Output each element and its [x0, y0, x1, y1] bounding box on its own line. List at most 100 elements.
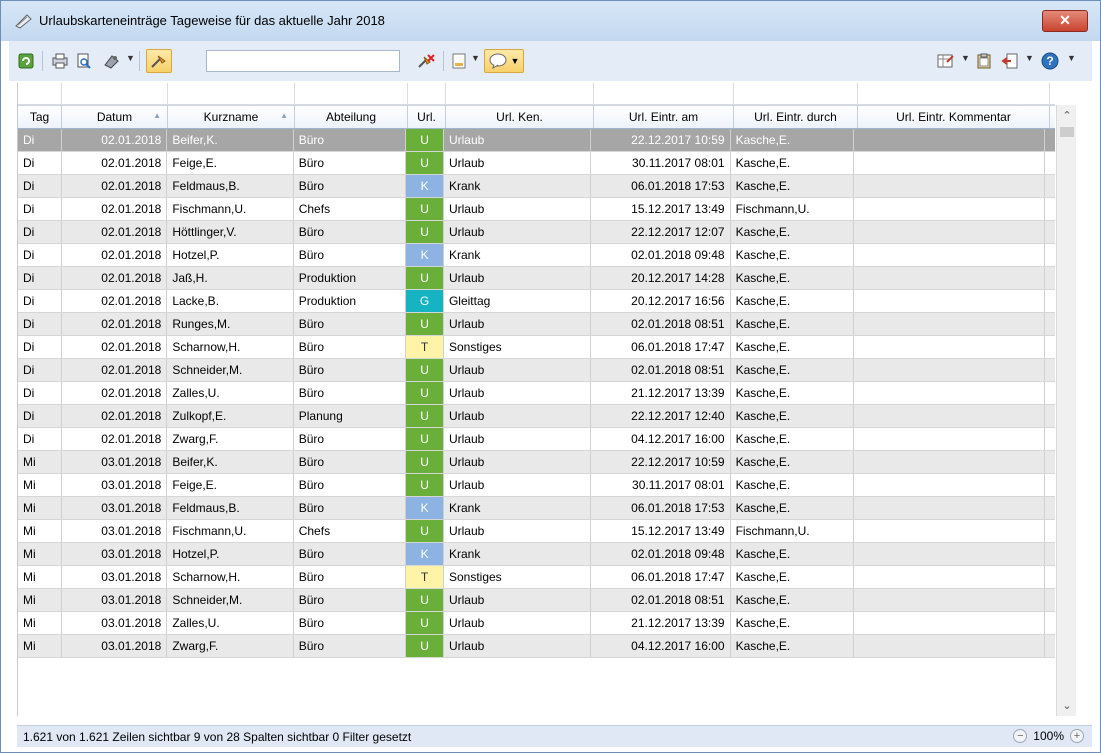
- entry-date-cell[interactable]: 15.12.2017 13:49: [591, 520, 731, 542]
- code-label-cell[interactable]: Urlaub: [444, 451, 592, 473]
- tag-cell[interactable]: Mi: [18, 451, 62, 473]
- table-row[interactable]: Mi 03.01.2018 Zwarg,F. Büro U Urlaub 04.12.201…: [18, 635, 1055, 658]
- entered-by-cell[interactable]: Kasche,E.: [731, 589, 854, 611]
- name-cell[interactable]: Runges,M.: [167, 313, 294, 335]
- empty-cell[interactable]: [1045, 244, 1055, 266]
- department-cell[interactable]: Büro: [294, 497, 407, 519]
- table-row[interactable]: Di 02.01.2018 Feige,E. Büro U Urlaub 30.11.201…: [18, 152, 1055, 175]
- tag-cell[interactable]: Di: [18, 382, 62, 404]
- table-row[interactable]: Di 02.01.2018 Scharnow,H. Büro T Sonstiges 06.…: [18, 336, 1055, 359]
- date-cell[interactable]: 02.01.2018: [62, 129, 168, 151]
- filter-cell-eintr-durch[interactable]: [734, 83, 858, 105]
- tag-cell[interactable]: Di: [18, 405, 62, 427]
- date-cell[interactable]: 03.01.2018: [62, 520, 168, 542]
- department-cell[interactable]: Produktion: [294, 290, 407, 312]
- department-cell[interactable]: Büro: [294, 566, 407, 588]
- comment-cell[interactable]: [854, 221, 1046, 243]
- tag-cell[interactable]: Mi: [18, 589, 62, 611]
- name-cell[interactable]: Scharnow,H.: [167, 566, 294, 588]
- department-cell[interactable]: Büro: [294, 428, 407, 450]
- entry-date-cell[interactable]: 22.12.2017 10:59: [591, 129, 731, 151]
- department-cell[interactable]: Büro: [294, 382, 407, 404]
- filter-cell-kurzname[interactable]: [168, 83, 295, 105]
- date-cell[interactable]: 02.01.2018: [62, 313, 168, 335]
- code-cell[interactable]: G: [406, 290, 444, 312]
- entered-by-cell[interactable]: Kasche,E.: [731, 313, 854, 335]
- department-cell[interactable]: Chefs: [294, 198, 407, 220]
- table-row[interactable]: Di 02.01.2018 Lacke,B. Produktion G Gleittag 2…: [18, 290, 1055, 313]
- entered-by-cell[interactable]: Kasche,E.: [731, 497, 854, 519]
- code-cell[interactable]: U: [406, 589, 444, 611]
- department-cell[interactable]: Büro: [294, 589, 407, 611]
- filter-cell-url-ken[interactable]: [446, 83, 594, 105]
- code-cell[interactable]: U: [406, 221, 444, 243]
- code-label-cell[interactable]: Urlaub: [444, 129, 592, 151]
- table-row[interactable]: Mi 03.01.2018 Fischmann,U. Chefs U Urlaub 15.1…: [18, 520, 1055, 543]
- code-cell[interactable]: K: [406, 543, 444, 565]
- name-cell[interactable]: Zulkopf,E.: [167, 405, 294, 427]
- code-cell[interactable]: U: [406, 428, 444, 450]
- date-cell[interactable]: 02.01.2018: [62, 198, 168, 220]
- empty-cell[interactable]: [1045, 313, 1055, 335]
- entered-by-cell[interactable]: Kasche,E.: [731, 451, 854, 473]
- filter-cell-datum[interactable]: [62, 83, 168, 105]
- empty-cell[interactable]: [1045, 152, 1055, 174]
- entered-by-cell[interactable]: Kasche,E.: [731, 474, 854, 496]
- code-cell[interactable]: K: [406, 244, 444, 266]
- name-cell[interactable]: Feldmaus,B.: [167, 175, 294, 197]
- table-row[interactable]: Di 02.01.2018 Schneider,M. Büro U Urlaub 02.01…: [18, 359, 1055, 382]
- tag-cell[interactable]: Di: [18, 152, 62, 174]
- entry-date-cell[interactable]: 22.12.2017 12:40: [591, 405, 731, 427]
- code-cell[interactable]: U: [406, 474, 444, 496]
- refresh-button[interactable]: [15, 49, 37, 73]
- scroll-up-icon[interactable]: ⌃: [1057, 109, 1077, 122]
- date-cell[interactable]: 02.01.2018: [62, 336, 168, 358]
- table-row[interactable]: Di 02.01.2018 Höttlinger,V. Büro U Urlaub 22.1…: [18, 221, 1055, 244]
- comment-cell[interactable]: [854, 175, 1046, 197]
- entered-by-cell[interactable]: Kasche,E.: [731, 129, 854, 151]
- name-cell[interactable]: Scharnow,H.: [167, 336, 294, 358]
- comment-cell[interactable]: [854, 152, 1046, 174]
- export-dropdown-icon[interactable]: ▼: [126, 53, 135, 63]
- date-cell[interactable]: 02.01.2018: [62, 244, 168, 266]
- comment-cell[interactable]: [854, 543, 1046, 565]
- column-header-url-ken[interactable]: Url. Ken.: [446, 106, 594, 128]
- empty-cell[interactable]: [1045, 129, 1055, 151]
- tag-cell[interactable]: Di: [18, 244, 62, 266]
- entered-by-cell[interactable]: Kasche,E.: [731, 566, 854, 588]
- comment-cell[interactable]: [854, 497, 1046, 519]
- entry-date-cell[interactable]: 20.12.2017 16:56: [591, 290, 731, 312]
- table-row[interactable]: Di 02.01.2018 Zalles,U. Büro U Urlaub 21.12.20…: [18, 382, 1055, 405]
- code-label-cell[interactable]: Urlaub: [444, 267, 592, 289]
- tag-cell[interactable]: Di: [18, 267, 62, 289]
- department-cell[interactable]: Büro: [294, 129, 407, 151]
- column-header-kurzname[interactable]: Kurzname ▲: [168, 106, 295, 128]
- filter-cell-eintr-am[interactable]: [594, 83, 734, 105]
- code-label-cell[interactable]: Urlaub: [444, 612, 592, 634]
- table-row[interactable]: Mi 03.01.2018 Zalles,U. Büro U Urlaub 21.12.20…: [18, 612, 1055, 635]
- code-cell[interactable]: U: [406, 198, 444, 220]
- empty-cell[interactable]: [1045, 175, 1055, 197]
- column-header-kommentar[interactable]: Url. Eintr. Kommentar: [858, 106, 1050, 128]
- code-label-cell[interactable]: Urlaub: [444, 635, 592, 657]
- date-cell[interactable]: 02.01.2018: [62, 382, 168, 404]
- empty-cell[interactable]: [1045, 497, 1055, 519]
- comment-cell[interactable]: [854, 382, 1046, 404]
- department-cell[interactable]: Büro: [294, 175, 407, 197]
- entry-date-cell[interactable]: 04.12.2017 16:00: [591, 635, 731, 657]
- name-cell[interactable]: Beifer,K.: [167, 451, 294, 473]
- tag-cell[interactable]: Di: [18, 129, 62, 151]
- code-cell[interactable]: U: [406, 359, 444, 381]
- entry-date-cell[interactable]: 30.11.2017 08:01: [591, 474, 731, 496]
- code-cell[interactable]: U: [406, 451, 444, 473]
- comment-cell[interactable]: [854, 244, 1046, 266]
- date-cell[interactable]: 02.01.2018: [62, 267, 168, 289]
- tag-cell[interactable]: Di: [18, 175, 62, 197]
- code-cell[interactable]: U: [406, 313, 444, 335]
- comment-cell[interactable]: [854, 566, 1046, 588]
- entry-date-cell[interactable]: 02.01.2018 08:51: [591, 313, 731, 335]
- entered-by-cell[interactable]: Kasche,E.: [731, 290, 854, 312]
- comment-cell[interactable]: [854, 612, 1046, 634]
- entered-by-cell[interactable]: Kasche,E.: [731, 405, 854, 427]
- help-button[interactable]: ?: [1039, 49, 1061, 73]
